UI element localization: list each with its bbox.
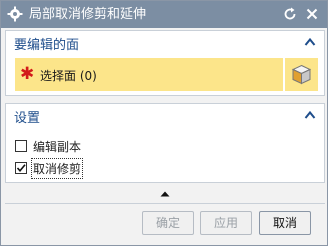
gear-icon (7, 6, 23, 22)
edit-copy-checkbox-row[interactable]: 编辑副本 (15, 136, 135, 156)
faces-group-header[interactable]: 要编辑的面 (6, 31, 324, 53)
settings-group-title: 设置 (14, 111, 41, 126)
edit-copy-label: 编辑副本 (33, 140, 82, 154)
untrim-label: 取消修剪 (30, 158, 84, 179)
settings-group-header[interactable]: 设置 (6, 104, 324, 126)
cancel-button[interactable]: 取消 (259, 211, 311, 235)
reset-icon[interactable] (282, 6, 298, 22)
divider (5, 203, 325, 204)
triangle-up-icon (160, 191, 170, 197)
dialog-title: 局部取消修剪和延伸 (29, 7, 147, 22)
apply-button[interactable]: 应用 (200, 211, 252, 235)
ok-button[interactable]: 确定 (142, 211, 194, 235)
more-options-toggle[interactable] (5, 188, 325, 200)
untrim-checkbox[interactable] (15, 162, 27, 174)
dialog: 局部取消修剪和延伸 要编辑的面 ✱ 选择面 (0) 设置 编辑副本 取消修剪 确… (0, 0, 328, 246)
chevron-up-icon[interactable] (304, 109, 316, 119)
faces-group: 要编辑的面 ✱ 选择面 (0) (5, 30, 325, 96)
checkmark-icon (16, 164, 26, 173)
face-selector-button[interactable] (285, 58, 318, 91)
chevron-up-icon[interactable] (304, 36, 316, 46)
title-bar[interactable]: 局部取消修剪和延伸 (1, 1, 327, 28)
close-icon[interactable] (304, 6, 320, 22)
faces-group-title: 要编辑的面 (14, 38, 80, 53)
edit-copy-checkbox[interactable] (15, 140, 27, 152)
settings-group: 设置 编辑副本 取消修剪 (5, 103, 325, 183)
select-face-label: 选择面 (0) (40, 69, 97, 83)
untrim-checkbox-row[interactable]: 取消修剪 (15, 158, 135, 179)
cube-icon (291, 64, 312, 85)
required-icon: ✱ (20, 64, 35, 84)
select-face-row[interactable]: ✱ 选择面 (0) (15, 58, 283, 91)
